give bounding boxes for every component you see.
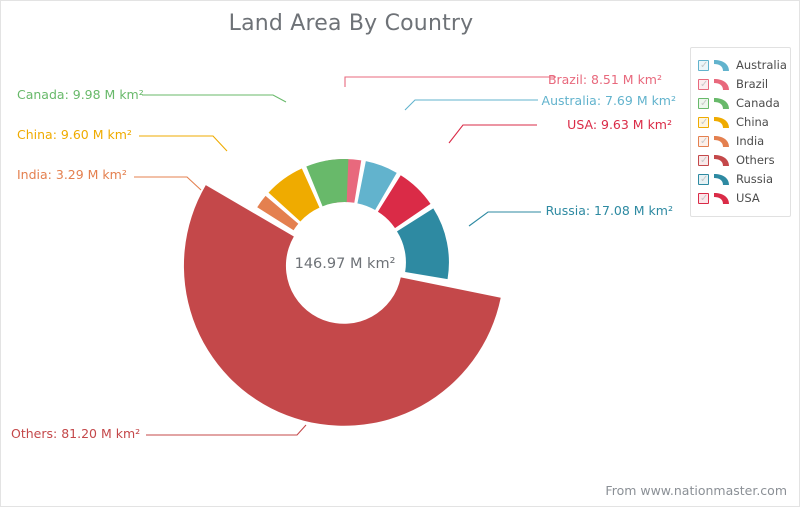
leader-line-china xyxy=(139,135,228,152)
series-arc-icon xyxy=(714,192,729,204)
data-label-india: India: 3.29 M km² xyxy=(17,167,127,182)
legend-item-india[interactable]: ✓ India xyxy=(698,132,784,150)
data-label-brazil: Brazil: 8.51 M km² xyxy=(548,72,662,87)
leader-line-brazil xyxy=(344,76,556,87)
data-label-australia: Australia: 7.69 M km² xyxy=(542,93,676,108)
leader-line-russia xyxy=(468,211,541,227)
series-arc-icon xyxy=(714,116,729,128)
data-label-canada: Canada: 9.98 M km² xyxy=(17,87,144,102)
check-glyph-icon: ✓ xyxy=(700,192,709,204)
legend-item-label: India xyxy=(736,133,765,148)
checkbox-icon[interactable]: ✓ xyxy=(698,135,709,147)
donut-chart-plot: Brazil: 8.51 M km² Australia: 7.69 M km² U… xyxy=(11,72,676,441)
leader-line-canada xyxy=(142,94,287,103)
series-arc-icon xyxy=(714,97,729,109)
check-glyph-icon: ✓ xyxy=(700,116,709,128)
check-glyph-icon: ✓ xyxy=(700,59,709,71)
checkbox-icon[interactable]: ✓ xyxy=(698,192,709,204)
legend: ✓ Australia ✓ Brazil ✓ Canada ✓ China ✓ India ✓ Oth… xyxy=(690,47,791,217)
chart-container: Land Area By Country Brazil: 8.51 M km² A… xyxy=(0,0,800,507)
legend-item-others[interactable]: ✓ Others xyxy=(698,151,784,169)
legend-item-canada[interactable]: ✓ Canada xyxy=(698,94,784,112)
legend-item-label: USA xyxy=(736,190,760,205)
series-arc-icon xyxy=(714,78,729,90)
leader-line-australia xyxy=(404,99,538,111)
checkbox-icon[interactable]: ✓ xyxy=(698,173,709,185)
data-label-others: Others: 81.20 M km² xyxy=(11,426,140,441)
data-label-usa: USA: 9.63 M km² xyxy=(567,117,672,132)
series-arc-icon xyxy=(714,59,729,71)
leader-line-usa xyxy=(448,124,537,144)
legend-item-china[interactable]: ✓ China xyxy=(698,113,784,131)
legend-item-russia[interactable]: ✓ Russia xyxy=(698,170,784,188)
legend-item-label: Russia xyxy=(736,171,773,186)
legend-item-label: Canada xyxy=(736,95,780,110)
checkbox-icon[interactable]: ✓ xyxy=(698,154,709,166)
series-arc-icon xyxy=(714,135,729,147)
check-glyph-icon: ✓ xyxy=(700,173,709,185)
data-label-china: China: 9.60 M km² xyxy=(17,127,132,142)
checkbox-icon[interactable]: ✓ xyxy=(698,78,709,90)
series-arc-icon xyxy=(714,154,729,166)
legend-item-label: Brazil xyxy=(736,76,769,91)
checkbox-icon[interactable]: ✓ xyxy=(698,97,709,109)
check-glyph-icon: ✓ xyxy=(700,78,709,90)
legend-item-usa[interactable]: ✓ USA xyxy=(698,189,784,207)
leader-line-others xyxy=(146,424,307,436)
series-arc-icon xyxy=(714,173,729,185)
legend-item-label: Australia xyxy=(736,57,787,72)
legend-item-label: China xyxy=(736,114,769,129)
center-total-label: 146.97 M km² xyxy=(295,256,396,272)
check-glyph-icon: ✓ xyxy=(700,154,709,166)
legend-item-label: Others xyxy=(736,152,775,167)
data-label-russia: Russia: 17.08 M km² xyxy=(546,203,673,218)
leader-line-india xyxy=(134,176,202,191)
checkbox-icon[interactable]: ✓ xyxy=(698,59,709,71)
footer-credit: From www.nationmaster.com xyxy=(605,483,787,498)
check-glyph-icon: ✓ xyxy=(700,97,709,109)
pie-slices-group xyxy=(183,159,501,426)
pie-slice-others[interactable] xyxy=(183,185,501,426)
legend-item-brazil[interactable]: ✓ Brazil xyxy=(698,75,784,93)
legend-item-australia[interactable]: ✓ Australia xyxy=(698,56,787,74)
check-glyph-icon: ✓ xyxy=(700,135,709,147)
checkbox-icon[interactable]: ✓ xyxy=(698,116,709,128)
